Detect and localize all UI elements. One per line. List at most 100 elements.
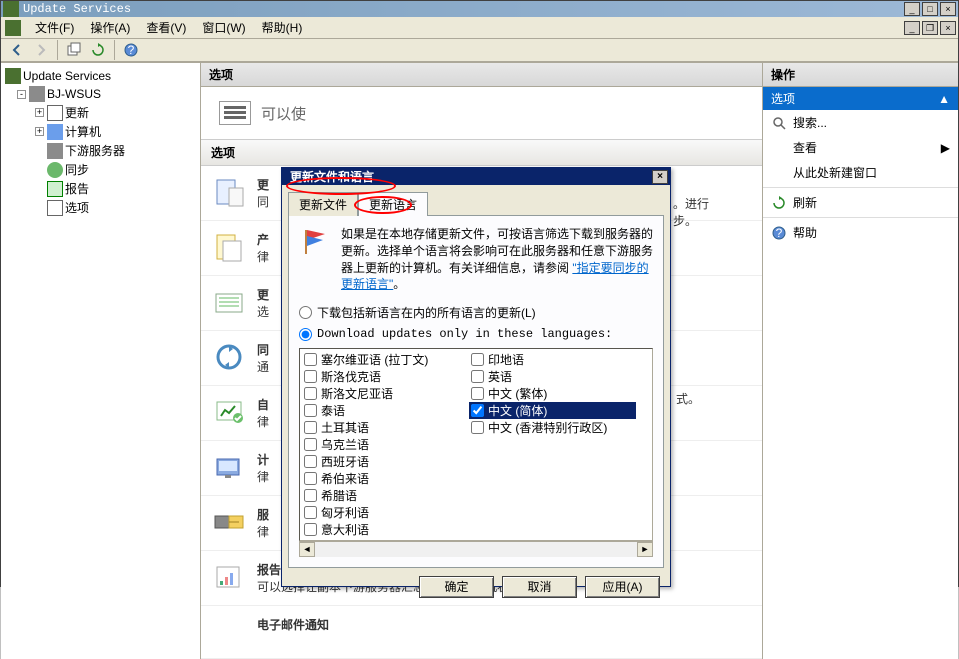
option-icon	[213, 286, 245, 318]
language-item[interactable]: 斯洛伐克语	[302, 368, 469, 385]
language-checkbox[interactable]	[304, 506, 317, 519]
help-button[interactable]: ?	[119, 39, 143, 61]
language-item[interactable]: 塞尔维亚语 (拉丁文)	[302, 351, 469, 368]
language-checkbox[interactable]	[471, 370, 484, 383]
tree-server[interactable]: - BJ-WSUS	[5, 85, 196, 103]
language-checkbox[interactable]	[304, 370, 317, 383]
language-checkbox[interactable]	[304, 421, 317, 434]
language-item[interactable]: 中文 (简体)	[469, 402, 636, 419]
maximize-button[interactable]: □	[922, 2, 938, 16]
collapse-icon[interactable]: -	[17, 90, 26, 99]
language-checkbox[interactable]	[471, 353, 484, 366]
language-label: 中文 (繁体)	[488, 385, 547, 402]
tab-update-files[interactable]: 更新文件	[288, 192, 358, 216]
language-listbox[interactable]: 塞尔维亚语 (拉丁文)斯洛伐克语斯洛文尼亚语泰语土耳其语乌克兰语西班牙语希伯来语…	[299, 348, 653, 541]
refresh-button[interactable]	[86, 39, 110, 61]
tree-root[interactable]: Update Services	[5, 67, 196, 85]
body: Update Services - BJ-WSUS + 更新 + 计算机 下游服…	[1, 62, 958, 659]
obscured-text-2: 式。	[676, 390, 700, 407]
forward-button[interactable]	[29, 39, 53, 61]
language-checkbox[interactable]	[304, 387, 317, 400]
language-item[interactable]: 匈牙利语	[302, 504, 469, 521]
child-minimize-button[interactable]: _	[904, 21, 920, 35]
tree-computers[interactable]: + 计算机	[5, 122, 196, 141]
sub-header: 选项	[201, 139, 762, 166]
option-desc: 律	[257, 470, 269, 484]
language-item[interactable]: 英语	[469, 368, 636, 385]
action-search[interactable]: 搜索...	[763, 110, 958, 135]
tree-downstream[interactable]: 下游服务器	[5, 141, 196, 160]
language-item[interactable]: 泰语	[302, 402, 469, 419]
menu-window[interactable]: 窗口(W)	[194, 17, 253, 38]
tool-button-1[interactable]	[62, 39, 86, 61]
language-checkbox[interactable]	[304, 489, 317, 502]
tree-report[interactable]: 报告	[5, 179, 196, 198]
dialog-close-button[interactable]: ×	[652, 170, 668, 184]
child-restore-button[interactable]: ❐	[922, 21, 938, 35]
language-checkbox[interactable]	[304, 438, 317, 451]
language-checkbox[interactable]	[471, 387, 484, 400]
expand-icon[interactable]: +	[35, 127, 44, 136]
window-title: Update Services	[23, 2, 131, 16]
option-title: 产	[257, 231, 269, 248]
action-view[interactable]: 查看 ▶	[763, 135, 958, 160]
search-icon	[771, 115, 787, 131]
language-checkbox[interactable]	[304, 472, 317, 485]
language-checkbox[interactable]	[471, 421, 484, 434]
menu-view[interactable]: 查看(V)	[138, 17, 194, 38]
report-icon	[213, 561, 245, 593]
option-desc: 律	[257, 250, 269, 264]
language-checkbox[interactable]	[471, 404, 484, 417]
tree-panel: Update Services - BJ-WSUS + 更新 + 计算机 下游服…	[1, 63, 201, 659]
radio-all-input[interactable]	[299, 306, 312, 319]
action-newwindow[interactable]: 从此处新建窗口	[763, 160, 958, 185]
language-checkbox[interactable]	[304, 523, 317, 536]
language-item[interactable]: 土耳其语	[302, 419, 469, 436]
language-item[interactable]: 西班牙语	[302, 453, 469, 470]
back-button[interactable]	[5, 39, 29, 61]
tree-options[interactable]: 选项	[5, 198, 196, 217]
tree-sync[interactable]: 同步	[5, 160, 196, 179]
expand-icon[interactable]: +	[35, 108, 44, 117]
radio-all-languages[interactable]: 下载包括新语言在内的所有语言的更新(L)	[299, 304, 653, 321]
language-item[interactable]: 中文 (繁体)	[469, 385, 636, 402]
language-label: 意大利语	[321, 521, 369, 538]
menu-help[interactable]: 帮助(H)	[254, 17, 311, 38]
language-item[interactable]: 斯洛文尼亚语	[302, 385, 469, 402]
menu-file[interactable]: 文件(F)	[27, 17, 82, 38]
language-item[interactable]: 意大利语	[302, 521, 469, 538]
tree-updates[interactable]: + 更新	[5, 103, 196, 122]
ok-button[interactable]: 确定	[419, 576, 494, 598]
language-item[interactable]: 乌克兰语	[302, 436, 469, 453]
action-help[interactable]: ? 帮助	[763, 220, 958, 245]
language-label: 中文 (简体)	[488, 402, 547, 419]
language-item[interactable]: 希伯来语	[302, 470, 469, 487]
language-label: 中文 (香港特别行政区)	[488, 419, 607, 436]
tab-content: 如果是在本地存储更新文件，可按语言筛选下载到服务器的更新。选择单个语言将会影响可…	[288, 215, 664, 568]
tab-update-languages[interactable]: 更新语言	[358, 192, 428, 216]
language-checkbox[interactable]	[304, 404, 317, 417]
horizontal-scrollbar[interactable]: ◄ ►	[299, 541, 653, 557]
cancel-button[interactable]: 取消	[502, 576, 577, 598]
minimize-button[interactable]: _	[904, 2, 920, 16]
language-label: 土耳其语	[321, 419, 369, 436]
child-close-button[interactable]: ×	[940, 21, 956, 35]
radio-selected-languages[interactable]: Download updates only in these languages…	[299, 327, 653, 341]
language-checkbox[interactable]	[304, 455, 317, 468]
language-item[interactable]: 中文 (香港特别行政区)	[469, 419, 636, 436]
scroll-right-button[interactable]: ►	[637, 542, 653, 557]
scroll-left-button[interactable]: ◄	[299, 542, 315, 557]
language-label: 希腊语	[321, 487, 357, 504]
language-item[interactable]: 希腊语	[302, 487, 469, 504]
toolbar: ?	[1, 39, 958, 62]
opt-email[interactable]: 电子邮件通知	[201, 606, 762, 659]
actions-group-header[interactable]: 选项 ▲	[763, 87, 958, 110]
action-refresh[interactable]: 刷新	[763, 190, 958, 215]
menu-action[interactable]: 操作(A)	[82, 17, 138, 38]
refresh-icon	[771, 195, 787, 211]
language-checkbox[interactable]	[304, 353, 317, 366]
language-item[interactable]: 印地语	[469, 351, 636, 368]
radio-selected-input[interactable]	[299, 328, 312, 341]
apply-button[interactable]: 应用(A)	[585, 576, 660, 598]
close-button[interactable]: ×	[940, 2, 956, 16]
